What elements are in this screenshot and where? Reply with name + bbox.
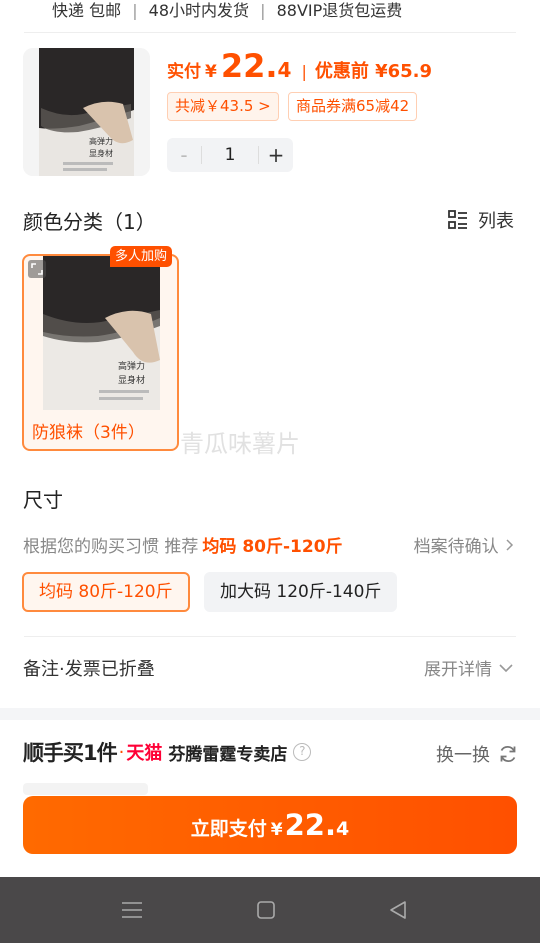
color-section-title: 颜色分类（1） — [23, 210, 156, 234]
price-integer: 22. — [220, 47, 278, 85]
expand-label: 展开详情 — [424, 660, 492, 680]
size-profile-link[interactable]: 档案待确认 — [414, 532, 514, 557]
pay-button-label: 立即支付 — [190, 818, 267, 840]
size-option-free[interactable]: 均码 80斤-120斤 — [22, 572, 190, 612]
product-image: 高弹力 显身材 — [23, 48, 150, 176]
variant-option-selected[interactable]: 高弹力 显身材 防狼袜（3件） — [22, 254, 179, 451]
service-dispatch: 48小时内发货 — [148, 1, 250, 20]
swap-button[interactable]: 换一换 — [436, 741, 518, 767]
section-spacer — [0, 708, 540, 720]
shop-name[interactable]: 芬腾雷霆专卖店 — [168, 740, 287, 765]
swap-label: 换一换 — [436, 745, 490, 766]
decrease-button[interactable]: - — [167, 143, 201, 167]
pay-now-button[interactable]: 立即支付 ¥ 22. 4 — [23, 796, 517, 854]
popular-badge: 多人加购 — [110, 246, 173, 267]
pay-label: 实付 — [167, 62, 201, 82]
watermark: 青瓜味薯片 — [180, 430, 300, 458]
product-thumbnail[interactable]: 高弹力 显身材 — [23, 48, 150, 176]
list-view-toggle[interactable]: 列表 — [448, 207, 514, 233]
recommended-item-peek — [23, 783, 148, 795]
service-guarantees: 快递 包邮 | 48小时内发货 | 88VIP退货包运费 — [52, 0, 406, 21]
pay-currency: ¥ — [270, 820, 283, 840]
thumb-text-2: 显身材 — [89, 148, 113, 158]
original-price: 优惠前 ¥65.9 — [314, 61, 433, 82]
refresh-icon — [500, 745, 516, 763]
profile-link-label: 档案待确认 — [413, 537, 499, 557]
quantity-value[interactable]: 1 — [201, 146, 259, 164]
recommend-prefix: 根据您的购买习惯 推荐 — [23, 537, 199, 557]
back-icon[interactable] — [388, 900, 408, 920]
separator: | — [132, 1, 138, 20]
thumb-text-1: 高弹力 — [89, 136, 113, 146]
expand-icon[interactable] — [28, 260, 46, 278]
increase-button[interactable]: + — [259, 143, 293, 167]
coupon-chip[interactable]: 商品券满65减42 — [288, 92, 418, 121]
expand-details-button[interactable]: 展开详情 — [424, 655, 514, 680]
currency-symbol: ¥ — [205, 62, 217, 82]
chevron-right-icon — [506, 539, 514, 551]
variant-text-1: 高弹力 — [118, 360, 145, 372]
divider — [24, 32, 516, 33]
system-navigation-bar — [0, 877, 540, 943]
pay-price-integer: 22. — [284, 808, 336, 842]
size-recommendation: 根据您的购买习惯 推荐 均码 80斤-120斤 — [23, 532, 343, 557]
menu-icon[interactable] — [121, 900, 143, 920]
size-option-plus[interactable]: 加大码 120斤-140斤 — [204, 572, 398, 612]
remark-invoice-label: 备注·发票已折叠 — [23, 659, 155, 680]
variant-image-art: 高弹力 显身材 — [43, 256, 160, 410]
size-section-title: 尺寸 — [23, 488, 63, 512]
variant-image: 高弹力 显身材 — [43, 256, 160, 410]
tmall-label: 天猫 — [126, 743, 163, 764]
home-icon[interactable] — [256, 900, 276, 920]
service-shipping: 快递 包邮 — [52, 1, 122, 20]
pay-price-decimal: 4 — [336, 818, 350, 840]
discount-chip[interactable]: 共减￥43.5 > — [167, 92, 279, 121]
buy-more-title: 顺手买1件 — [23, 741, 118, 765]
variant-text-2: 显身材 — [118, 374, 145, 386]
chevron-down-icon — [499, 663, 513, 672]
price-line: 实付 ¥ 22. 4 | 优惠前 ¥65.9 — [167, 47, 432, 87]
list-icon — [448, 210, 467, 229]
quantity-stepper: - 1 + — [167, 138, 293, 172]
buy-one-more-header: 顺手买1件 · 天猫 芬腾雷霆专卖店 ? — [23, 737, 312, 767]
list-toggle-label: 列表 — [478, 211, 514, 232]
help-icon[interactable]: ? — [293, 743, 312, 761]
recommend-value: 均码 80斤-120斤 — [202, 537, 343, 557]
price-decimal: 4 — [277, 58, 292, 82]
divider — [24, 636, 516, 637]
dot-separator: · — [118, 741, 125, 763]
service-return: 88VIP退货包运费 — [276, 1, 403, 20]
separator: | — [301, 62, 307, 81]
variant-label: 防狼袜（3件） — [32, 423, 145, 443]
separator: | — [260, 1, 266, 20]
